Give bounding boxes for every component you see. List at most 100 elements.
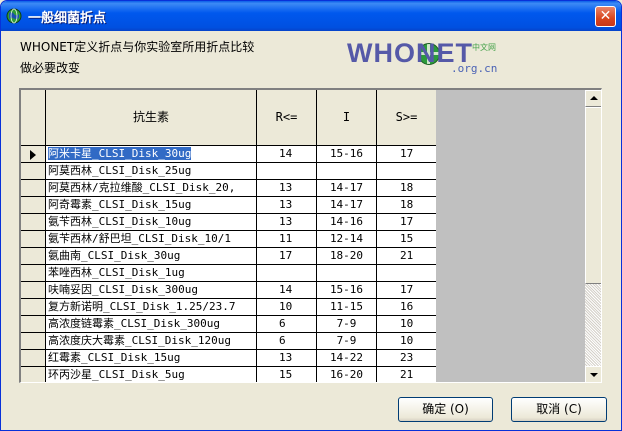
message-line-2: 做必要改变 bbox=[20, 61, 81, 75]
dialog-window: 一般细菌折点 ✕ WHONET定义折点与你实验室所用折点比较 做必要改变 WHO… bbox=[0, 0, 622, 431]
cell-i[interactable]: 15-16 bbox=[317, 146, 377, 163]
cell-i[interactable]: 7-9 bbox=[317, 316, 377, 333]
cell-s[interactable]: 10 bbox=[377, 333, 437, 350]
cell-s[interactable]: 18 bbox=[377, 197, 437, 214]
cell-r[interactable] bbox=[257, 163, 317, 180]
message-line-1: WHONET定义折点与你实验室所用折点比较 bbox=[20, 40, 255, 54]
header-corner bbox=[21, 90, 46, 146]
close-button[interactable]: ✕ bbox=[595, 6, 616, 27]
column-header-r[interactable]: R<= bbox=[257, 90, 317, 146]
cell-s[interactable]: 16 bbox=[377, 299, 437, 316]
cell-name[interactable]: 氨曲南_CLSI_Disk_30ug bbox=[46, 248, 257, 265]
logo-domain: .org.cn bbox=[451, 62, 498, 75]
cell-name[interactable]: 氨苄西林_CLSI_Disk_10ug bbox=[46, 214, 257, 231]
close-icon: ✕ bbox=[599, 8, 612, 24]
globe-icon bbox=[6, 8, 22, 24]
cell-s[interactable]: 23 bbox=[377, 350, 437, 367]
selected-text: 阿米卡星_CLSI_Disk_30ug bbox=[48, 147, 192, 160]
cell-r[interactable]: 13 bbox=[257, 350, 317, 367]
cell-s[interactable] bbox=[377, 163, 437, 180]
cell-s[interactable]: 10 bbox=[377, 316, 437, 333]
cell-r[interactable]: 10 bbox=[257, 299, 317, 316]
row-header[interactable] bbox=[21, 214, 46, 231]
cell-i[interactable]: 14-17 bbox=[317, 197, 377, 214]
cell-r[interactable]: 13 bbox=[257, 180, 317, 197]
cell-i[interactable]: 12-14 bbox=[317, 231, 377, 248]
cell-name[interactable]: 阿米卡星_CLSI_Disk_30ug bbox=[46, 146, 257, 163]
cell-i[interactable]: 14-22 bbox=[317, 350, 377, 367]
row-header[interactable] bbox=[21, 282, 46, 299]
row-header[interactable] bbox=[21, 299, 46, 316]
cell-i[interactable]: 14-16 bbox=[317, 214, 377, 231]
cell-name[interactable]: 环丙沙星_CLSI_Disk_5ug bbox=[46, 367, 257, 382]
cell-name[interactable]: 高浓度庆大霉素_CLSI_Disk_120ug bbox=[46, 333, 257, 350]
scroll-track[interactable] bbox=[585, 284, 601, 366]
cell-r[interactable]: 11 bbox=[257, 231, 317, 248]
cell-i[interactable]: 7-9 bbox=[317, 333, 377, 350]
grid-body: 抗生素 R<= I S>= 阿米卡星_CLSI_Disk_30ug 14 15-16… bbox=[21, 90, 437, 382]
row-header[interactable] bbox=[21, 231, 46, 248]
window-title: 一般细菌折点 bbox=[28, 11, 107, 26]
cell-s[interactable]: 15 bbox=[377, 231, 437, 248]
cell-i[interactable]: 15-16 bbox=[317, 282, 377, 299]
scroll-thumb[interactable] bbox=[585, 107, 601, 284]
scroll-down-button[interactable] bbox=[585, 366, 601, 382]
cell-name[interactable]: 苯唑西林_CLSI_Disk_1ug bbox=[46, 265, 257, 282]
cell-s[interactable] bbox=[377, 265, 437, 282]
scroll-up-button[interactable] bbox=[585, 90, 601, 107]
cell-r[interactable] bbox=[257, 265, 317, 282]
cell-r[interactable]: 14 bbox=[257, 146, 317, 163]
cell-i[interactable] bbox=[317, 163, 377, 180]
cell-i[interactable]: 16-20 bbox=[317, 367, 377, 382]
cell-r[interactable]: 13 bbox=[257, 197, 317, 214]
cell-s[interactable]: 18 bbox=[377, 180, 437, 197]
cell-i[interactable]: 14-17 bbox=[317, 180, 377, 197]
cell-i[interactable] bbox=[317, 265, 377, 282]
cell-name[interactable]: 呋喃妥因_CLSI_Disk_300ug bbox=[46, 282, 257, 299]
ok-button[interactable]: 确定 (O) bbox=[398, 397, 493, 422]
row-header[interactable] bbox=[21, 350, 46, 367]
row-header[interactable] bbox=[21, 248, 46, 265]
row-header[interactable] bbox=[21, 333, 46, 350]
row-header[interactable] bbox=[21, 367, 46, 382]
grid-empty-area bbox=[436, 90, 585, 382]
cell-s[interactable]: 21 bbox=[377, 248, 437, 265]
cell-r[interactable]: 15 bbox=[257, 367, 317, 382]
cell-s[interactable]: 21 bbox=[377, 367, 437, 382]
column-header-antibiotic[interactable]: 抗生素 bbox=[46, 90, 257, 146]
cell-name[interactable]: 复方新诺明_CLSI_Disk_1.25/23.7 bbox=[46, 299, 257, 316]
row-header[interactable] bbox=[21, 163, 46, 180]
logo-cn-text: 中文网 bbox=[472, 43, 496, 52]
cell-s[interactable]: 17 bbox=[377, 146, 437, 163]
scroll-down-icon bbox=[590, 373, 598, 377]
scroll-up-icon bbox=[590, 96, 598, 100]
cell-i[interactable]: 11-15 bbox=[317, 299, 377, 316]
cell-i[interactable]: 18-20 bbox=[317, 248, 377, 265]
row-header[interactable] bbox=[21, 180, 46, 197]
cell-name[interactable]: 阿莫西林/克拉维酸_CLSI_Disk_20, bbox=[46, 180, 257, 197]
cell-r[interactable]: 6 bbox=[257, 333, 317, 350]
breakpoint-grid[interactable]: 抗生素 R<= I S>= 阿米卡星_CLSI_Disk_30ug 14 15-16… bbox=[19, 88, 602, 383]
cell-r[interactable]: 17 bbox=[257, 248, 317, 265]
cell-name[interactable]: 高浓度链霉素_CLSI_Disk_300ug bbox=[46, 316, 257, 333]
cancel-button[interactable]: 取消 (C) bbox=[511, 397, 607, 422]
row-header[interactable] bbox=[21, 316, 46, 333]
whonet-logo: WHONET 中文网 .org.cn bbox=[347, 38, 527, 78]
cell-name[interactable]: 阿莫西林_CLSI_Disk_25ug bbox=[46, 163, 257, 180]
cell-r[interactable]: 14 bbox=[257, 282, 317, 299]
row-header[interactable] bbox=[21, 265, 46, 282]
row-header[interactable] bbox=[21, 197, 46, 214]
cell-name[interactable]: 氨苄西林/舒巴坦_CLSI_Disk_10/1 bbox=[46, 231, 257, 248]
cell-r[interactable]: 6 bbox=[257, 316, 317, 333]
title-bar[interactable]: 一般细菌折点 ✕ bbox=[1, 1, 621, 31]
cell-name[interactable]: 红霉素_CLSI_Disk_15ug bbox=[46, 350, 257, 367]
cell-s[interactable]: 17 bbox=[377, 214, 437, 231]
cell-r[interactable]: 13 bbox=[257, 214, 317, 231]
cell-s[interactable]: 17 bbox=[377, 282, 437, 299]
row-pointer-icon bbox=[30, 150, 36, 160]
vertical-scrollbar[interactable] bbox=[585, 90, 601, 382]
column-header-i[interactable]: I bbox=[317, 90, 377, 146]
column-header-s[interactable]: S>= bbox=[377, 90, 437, 146]
row-header[interactable] bbox=[21, 146, 46, 163]
cell-name[interactable]: 阿奇霉素_CLSI_Disk_15ug bbox=[46, 197, 257, 214]
